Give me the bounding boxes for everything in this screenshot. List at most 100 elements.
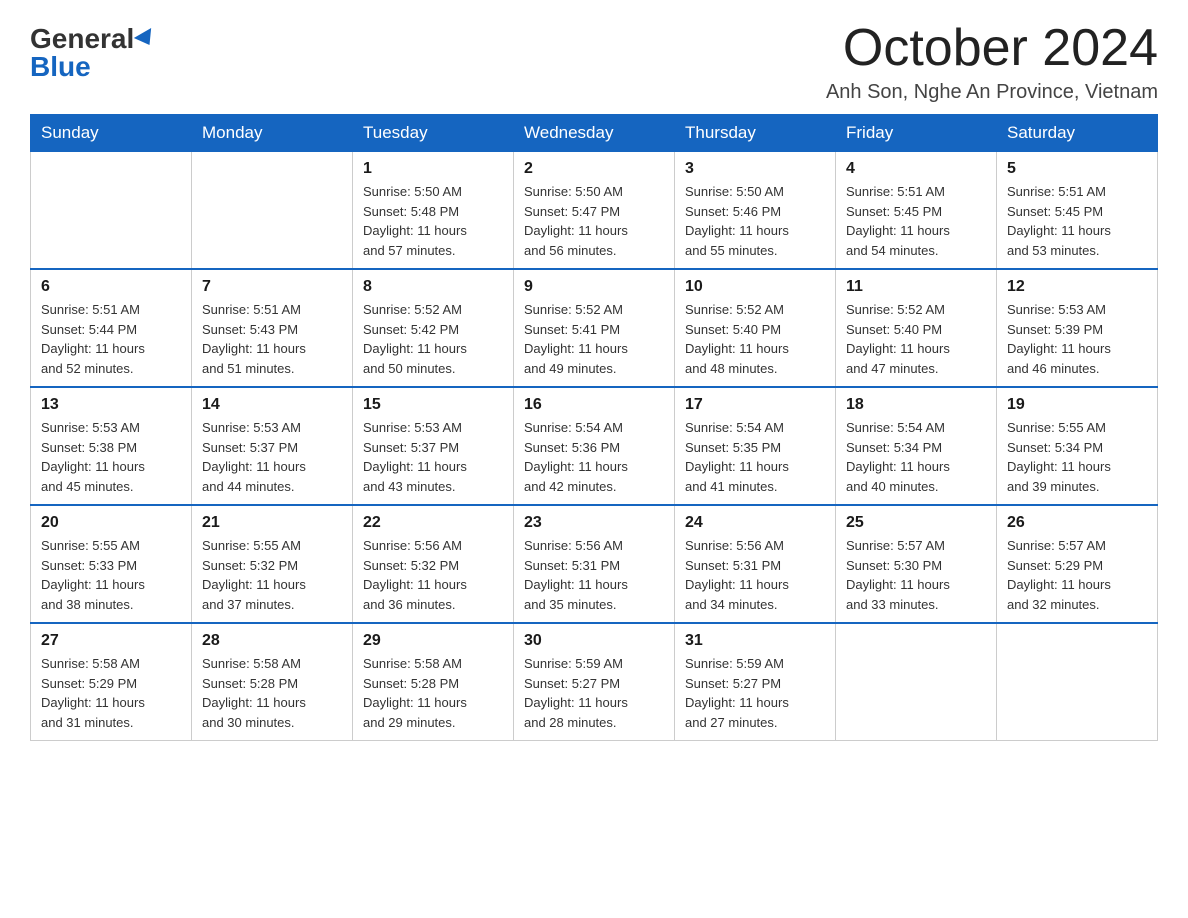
calendar-empty-cell [997,623,1158,741]
day-info: Sunrise: 5:52 AMSunset: 5:40 PMDaylight:… [846,300,986,378]
calendar-day-cell: 4 Sunrise: 5:51 AMSunset: 5:45 PMDaylight… [836,152,997,270]
day-number: 21 [202,514,342,532]
day-info: Sunrise: 5:54 AMSunset: 5:34 PMDaylight:… [846,418,986,496]
day-number: 25 [846,514,986,532]
day-info: Sunrise: 5:55 AMSunset: 5:32 PMDaylight:… [202,536,342,614]
calendar-day-cell: 8 Sunrise: 5:52 AMSunset: 5:42 PMDaylight… [353,269,514,387]
calendar-day-cell: 14Sunrise: 5:53 AMSunset: 5:37 PMDayligh… [192,387,353,505]
calendar-day-cell: 28 Sunrise: 5:58 AMSunset: 5:28 PMDayligh… [192,623,353,741]
day-number: 16 [524,396,664,414]
day-number: 13 [41,396,181,414]
day-info: Sunrise: 5:53 AMSunset: 5:39 PMDaylight:… [1007,300,1147,378]
day-number: 12 [1007,278,1147,296]
day-number: 15 [363,396,503,414]
calendar-day-cell: 29 Sunrise: 5:58 AMSunset: 5:28 PMDayligh… [353,623,514,741]
calendar-day-cell: 27 Sunrise: 5:58 AMSunset: 5:29 PMDayligh… [31,623,192,741]
day-info: Sunrise: 5:57 AMSunset: 5:29 PMDaylight:… [1007,536,1147,614]
logo-blue-text: Blue [30,53,91,81]
day-of-week-header: Saturday [997,115,1158,152]
calendar-day-cell: 30 Sunrise: 5:59 AMSunset: 5:27 PMDayligh… [514,623,675,741]
calendar-day-cell: 26 Sunrise: 5:57 AMSunset: 5:29 PMDayligh… [997,505,1158,623]
calendar-day-cell: 1Sunrise: 5:50 AMSunset: 5:48 PMDaylight… [353,152,514,270]
day-info: Sunrise: 5:52 AMSunset: 5:42 PMDaylight:… [363,300,503,378]
day-info: Sunrise: 5:54 AMSunset: 5:36 PMDaylight:… [524,418,664,496]
day-info: Sunrise: 5:58 AMSunset: 5:28 PMDaylight:… [363,654,503,732]
day-number: 30 [524,632,664,650]
day-number: 3 [685,160,825,178]
day-number: 10 [685,278,825,296]
calendar-day-cell: 10Sunrise: 5:52 AMSunset: 5:40 PMDayligh… [675,269,836,387]
day-info: Sunrise: 5:53 AMSunset: 5:38 PMDaylight:… [41,418,181,496]
day-info: Sunrise: 5:51 AMSunset: 5:45 PMDaylight:… [846,182,986,260]
day-number: 6 [41,278,181,296]
calendar-week-row: 1Sunrise: 5:50 AMSunset: 5:48 PMDaylight… [31,152,1158,270]
day-info: Sunrise: 5:59 AMSunset: 5:27 PMDaylight:… [685,654,825,732]
calendar-week-row: 13 Sunrise: 5:53 AMSunset: 5:38 PMDayligh… [31,387,1158,505]
day-of-week-header: Tuesday [353,115,514,152]
day-number: 17 [685,396,825,414]
calendar-day-cell: 2Sunrise: 5:50 AMSunset: 5:47 PMDaylight… [514,152,675,270]
calendar-day-cell: 9Sunrise: 5:52 AMSunset: 5:41 PMDaylight… [514,269,675,387]
day-info: Sunrise: 5:56 AMSunset: 5:31 PMDaylight:… [524,536,664,614]
calendar-day-cell: 7 Sunrise: 5:51 AMSunset: 5:43 PMDaylight… [192,269,353,387]
day-number: 8 [363,278,503,296]
day-info: Sunrise: 5:51 AMSunset: 5:44 PMDaylight:… [41,300,181,378]
day-number: 31 [685,632,825,650]
calendar-day-cell: 23 Sunrise: 5:56 AMSunset: 5:31 PMDayligh… [514,505,675,623]
day-info: Sunrise: 5:50 AMSunset: 5:48 PMDaylight:… [363,182,503,260]
day-number: 11 [846,278,986,296]
day-number: 27 [41,632,181,650]
calendar-day-cell: 20 Sunrise: 5:55 AMSunset: 5:33 PMDayligh… [31,505,192,623]
calendar-day-cell: 12 Sunrise: 5:53 AMSunset: 5:39 PMDayligh… [997,269,1158,387]
page-header: General Blue October 2024 Anh Son, Nghe … [30,20,1158,104]
day-of-week-header: Monday [192,115,353,152]
calendar-day-cell: 18 Sunrise: 5:54 AMSunset: 5:34 PMDayligh… [836,387,997,505]
calendar-day-cell: 11 Sunrise: 5:52 AMSunset: 5:40 PMDayligh… [836,269,997,387]
day-of-week-header: Wednesday [514,115,675,152]
day-number: 7 [202,278,342,296]
calendar-day-cell: 13 Sunrise: 5:53 AMSunset: 5:38 PMDayligh… [31,387,192,505]
calendar-day-cell: 22Sunrise: 5:56 AMSunset: 5:32 PMDayligh… [353,505,514,623]
calendar-day-cell: 17 Sunrise: 5:54 AMSunset: 5:35 PMDayligh… [675,387,836,505]
day-number: 23 [524,514,664,532]
day-of-week-header: Sunday [31,115,192,152]
day-number: 19 [1007,396,1147,414]
calendar-day-cell: 25 Sunrise: 5:57 AMSunset: 5:30 PMDayligh… [836,505,997,623]
logo-general-text: General [30,25,134,53]
day-info: Sunrise: 5:55 AMSunset: 5:33 PMDaylight:… [41,536,181,614]
day-number: 5 [1007,160,1147,178]
day-of-week-header: Thursday [675,115,836,152]
calendar-day-cell: 24Sunrise: 5:56 AMSunset: 5:31 PMDayligh… [675,505,836,623]
day-info: Sunrise: 5:51 AMSunset: 5:43 PMDaylight:… [202,300,342,378]
calendar-day-cell: 16 Sunrise: 5:54 AMSunset: 5:36 PMDayligh… [514,387,675,505]
month-title: October 2024 [826,20,1158,77]
day-info: Sunrise: 5:58 AMSunset: 5:29 PMDaylight:… [41,654,181,732]
day-number: 28 [202,632,342,650]
logo-arrow-icon [134,28,158,50]
day-info: Sunrise: 5:56 AMSunset: 5:31 PMDaylight:… [685,536,825,614]
day-info: Sunrise: 5:59 AMSunset: 5:27 PMDaylight:… [524,654,664,732]
day-number: 20 [41,514,181,532]
title-block: October 2024 Anh Son, Nghe An Province, … [826,20,1158,104]
day-number: 26 [1007,514,1147,532]
calendar-empty-cell [31,152,192,270]
calendar-table: SundayMondayTuesdayWednesdayThursdayFrid… [30,114,1158,741]
calendar-day-cell: 6 Sunrise: 5:51 AMSunset: 5:44 PMDaylight… [31,269,192,387]
calendar-day-cell: 19 Sunrise: 5:55 AMSunset: 5:34 PMDayligh… [997,387,1158,505]
location: Anh Son, Nghe An Province, Vietnam [826,81,1158,104]
day-info: Sunrise: 5:58 AMSunset: 5:28 PMDaylight:… [202,654,342,732]
day-info: Sunrise: 5:51 AMSunset: 5:45 PMDaylight:… [1007,182,1147,260]
day-info: Sunrise: 5:52 AMSunset: 5:41 PMDaylight:… [524,300,664,378]
day-number: 4 [846,160,986,178]
day-info: Sunrise: 5:50 AMSunset: 5:47 PMDaylight:… [524,182,664,260]
calendar-week-row: 27 Sunrise: 5:58 AMSunset: 5:29 PMDayligh… [31,623,1158,741]
calendar-day-cell: 3Sunrise: 5:50 AMSunset: 5:46 PMDaylight… [675,152,836,270]
day-info: Sunrise: 5:55 AMSunset: 5:34 PMDaylight:… [1007,418,1147,496]
day-number: 29 [363,632,503,650]
day-info: Sunrise: 5:57 AMSunset: 5:30 PMDaylight:… [846,536,986,614]
day-number: 18 [846,396,986,414]
logo: General Blue [30,20,156,81]
day-info: Sunrise: 5:54 AMSunset: 5:35 PMDaylight:… [685,418,825,496]
day-info: Sunrise: 5:56 AMSunset: 5:32 PMDaylight:… [363,536,503,614]
calendar-day-cell: 5 Sunrise: 5:51 AMSunset: 5:45 PMDaylight… [997,152,1158,270]
